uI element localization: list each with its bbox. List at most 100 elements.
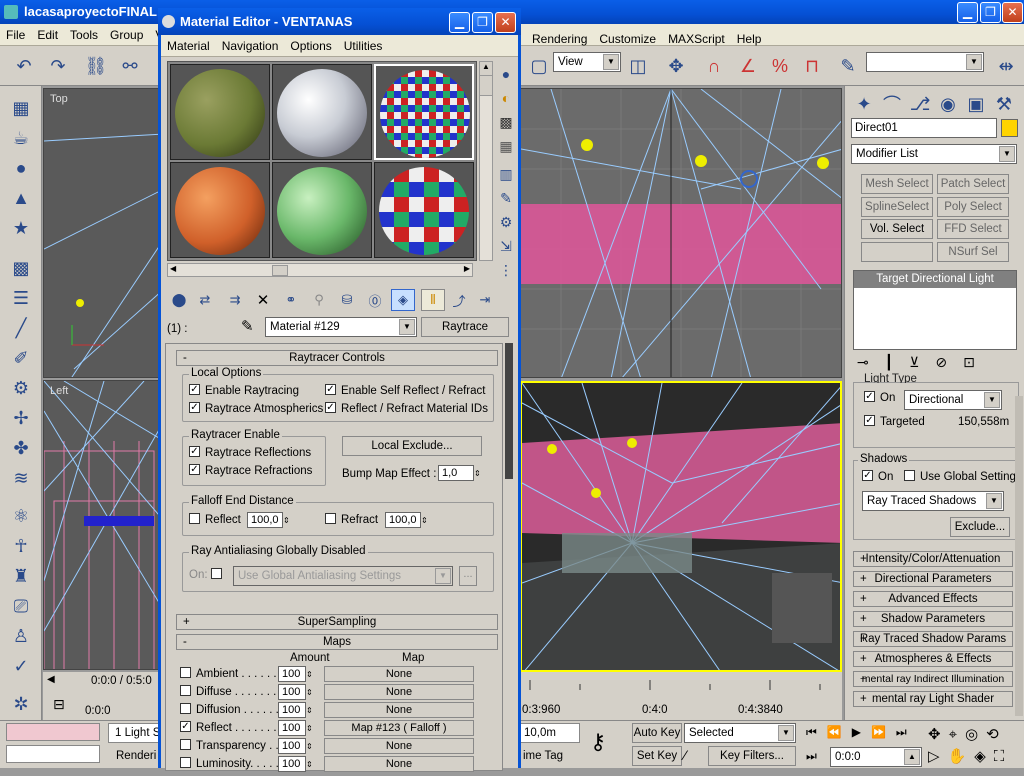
go-to-parent-icon[interactable]: ⤴ <box>447 289 471 311</box>
rollout-shadow-params[interactable]: + Shadow Parameters <box>853 611 1013 627</box>
rollout-mr-indirect[interactable]: + mental ray Indirect Illumination <box>853 671 1013 687</box>
cone-icon[interactable]: ▲ <box>7 184 35 212</box>
viewport-top[interactable]: Top <box>43 88 163 378</box>
options-icon[interactable]: ⚙ <box>495 211 517 233</box>
put-to-scene-icon[interactable]: ⇄ <box>193 289 217 311</box>
maxscript-input[interactable] <box>6 745 100 763</box>
viewport-left[interactable]: Left <box>43 380 163 670</box>
map-row-amount[interactable]: 100 ⇕ <box>278 738 313 754</box>
select-manipulate-icon[interactable]: ✥ <box>662 52 690 80</box>
rollout-directional-params[interactable]: + Directional Parameters <box>853 571 1013 587</box>
modifier-list-dropdown[interactable]: Modifier List ▼ <box>851 144 1017 164</box>
close-button[interactable]: ✕ <box>1002 2 1023 23</box>
maps-rollout[interactable]: - Maps <box>176 634 498 650</box>
material-type-button[interactable]: Raytrace <box>421 317 509 337</box>
set-key-button[interactable]: Set Key <box>632 746 682 766</box>
sample-slot-1[interactable] <box>170 64 270 160</box>
sample-slots-hscroll[interactable]: ◀ ▶ <box>167 263 473 277</box>
sample-slot-3[interactable] <box>374 64 474 160</box>
create-geometry-icon[interactable]: ▦ <box>7 94 35 122</box>
background-icon[interactable]: ▩ <box>495 111 517 133</box>
menu-group[interactable]: Group <box>104 24 149 46</box>
me-minimize-button[interactable]: ▁ <box>449 12 470 33</box>
stack-icon[interactable]: ☰ <box>7 284 35 312</box>
me-menu-utilities[interactable]: Utilities <box>338 35 389 57</box>
key-selection-dropdown[interactable]: Selected ▼ <box>684 723 796 743</box>
sample-slots-vscroll[interactable]: ▲ <box>479 61 493 261</box>
mirror-icon[interactable]: ⇹ <box>992 52 1020 80</box>
utilities-tab-icon[interactable]: ⚒ <box>991 90 1017 118</box>
light-type-dropdown[interactable]: Directional ▼ <box>904 390 1002 410</box>
backlight-icon[interactable]: ◐ <box>495 87 517 109</box>
show-end-result-icon[interactable]: ⫴ <box>421 289 445 311</box>
stack-tools[interactable]: ⊸┃⊻⊘⊡ <box>857 354 1021 374</box>
material-effects-channel-icon[interactable]: ⓪ <box>363 289 387 311</box>
patch-select-button[interactable]: Patch Select <box>937 174 1009 194</box>
raytrace-refractions-checkbox[interactable]: ✓ Raytrace Refractions <box>189 464 312 477</box>
blank-modifier-button[interactable] <box>861 242 933 262</box>
object-color-swatch[interactable] <box>1001 119 1018 137</box>
make-unique-icon[interactable]: ⚲ <box>307 289 331 311</box>
falloff-refract-checkbox[interactable]: Refract <box>325 513 378 526</box>
maximize-button[interactable]: ❐ <box>980 2 1001 23</box>
reactor-icon[interactable]: ⚛ <box>7 502 35 530</box>
material-navigator-icon[interactable]: ⋮ <box>495 259 517 281</box>
biped-icon[interactable]: ☥ <box>7 532 35 560</box>
stack-item-target-light[interactable]: Target Directional Light <box>854 271 1016 288</box>
map-row-map-button[interactable]: None <box>324 756 474 772</box>
scroll-right-icon[interactable]: ▶ <box>464 264 470 273</box>
map-row-checkbox[interactable]: Diffuse . . . . . . . <box>180 685 276 698</box>
bend-icon[interactable]: ╱ <box>7 314 35 342</box>
sample-slot-6[interactable] <box>374 162 474 258</box>
create-tab-icon[interactable]: ✦ <box>851 90 877 118</box>
video-color-icon[interactable]: ▥ <box>495 163 517 185</box>
sphere-icon[interactable]: ● <box>7 154 35 182</box>
angle-snap-icon[interactable]: ∠ <box>734 52 762 80</box>
supersampling-rollout[interactable]: + SuperSampling <box>176 614 498 630</box>
paint-icon[interactable]: ✐ <box>7 344 35 372</box>
enable-raytracing-checkbox[interactable]: ✓ Enable Raytracing <box>189 384 299 397</box>
rollout-advanced-effects[interactable]: + Advanced Effects <box>853 591 1013 607</box>
snap-3d-icon[interactable]: ∩ <box>700 52 728 80</box>
sample-slot-2[interactable] <box>272 64 372 160</box>
falloff-reflect-checkbox[interactable]: Reflect <box>189 513 241 526</box>
select-by-material-icon[interactable]: ⇲ <box>495 235 517 257</box>
sample-type-icon[interactable]: ● <box>495 63 517 85</box>
map-row-checkbox[interactable]: ✓ Reflect . . . . . . . <box>180 721 277 734</box>
reflect-refract-ids-checkbox[interactable]: ✓ Reflect / Refract Material IDs <box>325 402 488 415</box>
key-icon[interactable]: ⚷ <box>590 729 606 755</box>
rollout-mr-light-shader[interactable]: + mental ray Light Shader <box>853 691 1013 707</box>
nsurf-sel-button[interactable]: NSurf Sel <box>937 242 1009 262</box>
modify-tab-icon[interactable]: ⌒ <box>879 90 905 118</box>
rollout-atmospheres[interactable]: + Atmospheres & Effects <box>853 651 1013 667</box>
shadow-type-dropdown[interactable]: Ray Traced Shadows ▼ <box>862 491 1004 511</box>
shadows-on-checkbox[interactable]: ✓ On <box>862 470 893 483</box>
vol-select-button[interactable]: Vol. Select <box>861 219 933 239</box>
bump-map-effect-spinner[interactable]: 1,0 ⇕ <box>438 465 481 481</box>
map-row-amount[interactable]: 100 ⇕ <box>278 684 313 700</box>
viewport-front[interactable] <box>520 88 842 378</box>
figure-icon[interactable]: ♙ <box>7 622 35 650</box>
falloff-refract-spinner[interactable]: 100,0 ⇕ <box>385 512 428 528</box>
camera-icon[interactable]: ⎚ <box>7 592 35 620</box>
prev-arrow-icon[interactable]: ◀ <box>47 674 59 688</box>
rollout-intensity[interactable]: + Intensity/Color/Attenuation <box>853 551 1013 567</box>
menu-file[interactable]: File <box>0 24 31 46</box>
pivot-icon[interactable]: ◫ <box>624 52 652 80</box>
keymode-icon[interactable]: ⊟ <box>53 696 65 713</box>
uv-tiling-icon[interactable]: ▦ <box>495 135 517 157</box>
targeted-checkbox[interactable]: ✓ Targeted <box>864 415 925 428</box>
spacewarp-icon[interactable]: ≋ <box>7 464 35 492</box>
gear-icon[interactable]: ⚙ <box>7 374 35 402</box>
maxscript-listener[interactable] <box>6 723 100 741</box>
time-slider-left[interactable]: ◀ 0:0:0 / 0:5:0 ⊟ 0:0:0 <box>43 672 163 720</box>
viewport-nav-top[interactable]: ✥⌖◎⟲ <box>928 725 1007 743</box>
antialias-dropdown[interactable]: Use Global Antialiasing Settings ▼ <box>233 566 453 586</box>
me-menu-options[interactable]: Options <box>284 35 337 57</box>
redo-icon[interactable]: ↷ <box>44 52 72 80</box>
rollout-raytraced-shadow[interactable]: + Ray Traced Shadow Params <box>853 631 1013 647</box>
map-row-amount[interactable]: 100 ⇕ <box>278 756 313 772</box>
named-selection-icon[interactable]: ✎ <box>834 52 862 80</box>
map-row-amount[interactable]: 100 ⇕ <box>278 666 313 682</box>
playback-controls[interactable]: ⏮⏪▶⏩⏭ <box>806 725 917 740</box>
